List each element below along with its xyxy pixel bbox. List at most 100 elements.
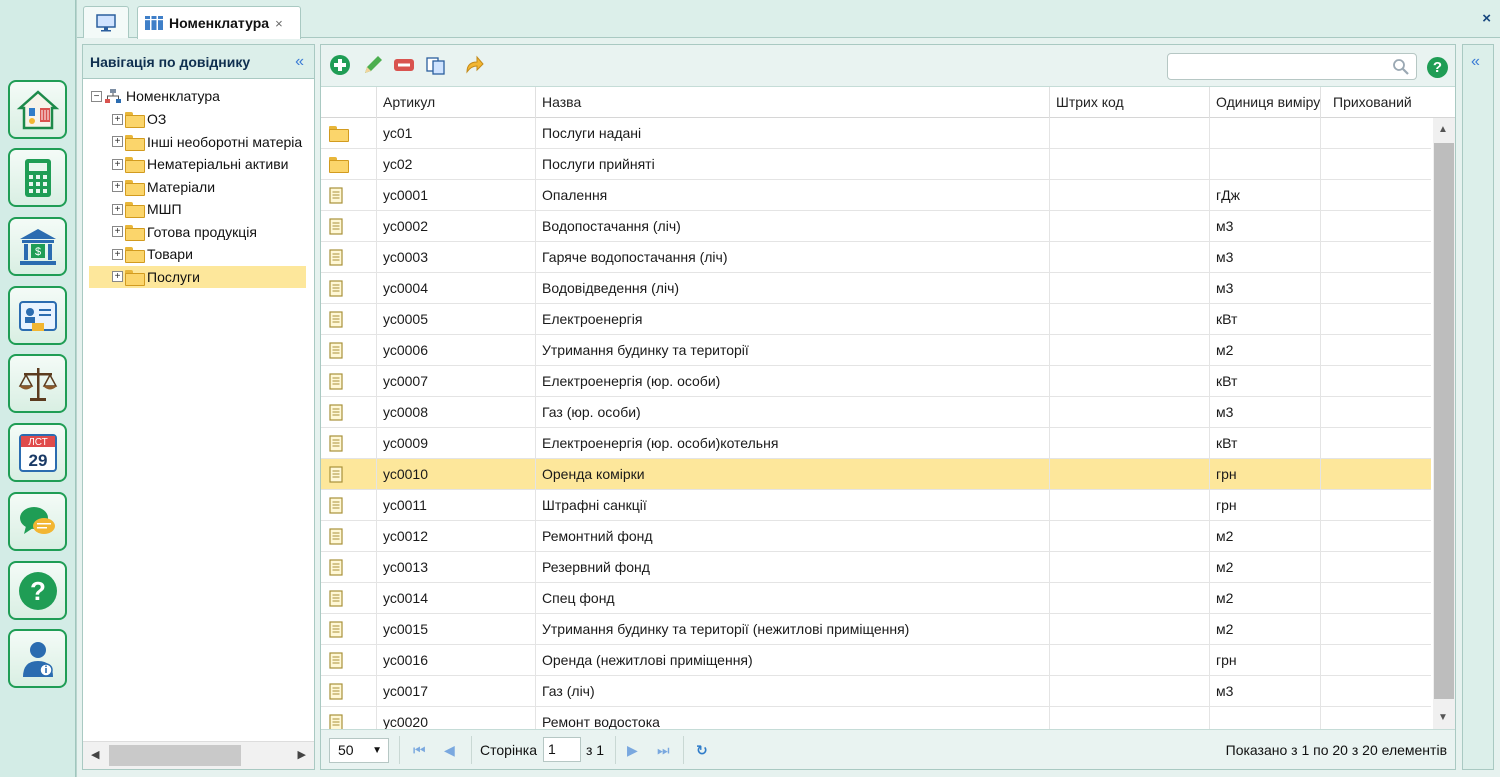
column-header-name[interactable]: Назва [535, 87, 1049, 118]
next-page-icon[interactable]: ▶ [627, 742, 638, 759]
table-row[interactable]: ус0011 Штрафні санкції грн [321, 490, 1431, 521]
column-header-unit[interactable]: Одиниця виміру [1209, 87, 1320, 118]
grid-vertical-scrollbar[interactable]: ▲ ▼ [1433, 118, 1455, 729]
tree-item[interactable]: + Матеріали [89, 176, 306, 198]
cell-hidden [1320, 552, 1431, 582]
tree-expand-icon[interactable]: + [112, 158, 123, 170]
table-row[interactable]: ус0010 Оренда комірки грн [321, 459, 1431, 490]
edit-button[interactable] [361, 53, 385, 77]
tree-item-label: Послуги [147, 268, 200, 285]
table-row[interactable]: ус0015 Утримання будинку та території (не… [321, 614, 1431, 645]
table-row[interactable]: ус0005 Електроенергія кВт [321, 304, 1431, 335]
scales-app-button[interactable] [8, 354, 67, 413]
table-row[interactable]: ус0009 Електроенергія (юр. особи)котельня… [321, 428, 1431, 459]
table-row[interactable]: ус0004 Водовідведення (ліч) м3 [321, 273, 1431, 304]
cell-name: Спец фонд [535, 583, 1049, 613]
help-app-button[interactable]: ? [8, 561, 67, 620]
tree-item[interactable]: + МШП [89, 198, 306, 220]
tree-item[interactable]: + Нематеріальні активи [89, 153, 306, 175]
cell-hidden [1320, 490, 1431, 520]
frame-close-icon[interactable]: × [1482, 10, 1491, 27]
search-input[interactable] [1167, 53, 1417, 80]
cell-hidden [1320, 676, 1431, 706]
cell-hidden [1320, 645, 1431, 675]
nav-horizontal-scrollbar[interactable]: ◀ ▶ [83, 741, 314, 769]
tree-expand-icon[interactable]: + [112, 271, 123, 282]
table-row[interactable]: ус02 Послуги прийняті [321, 149, 1431, 180]
right-panel-collapse-icon[interactable]: « [1471, 53, 1480, 71]
page-size-select[interactable]: 50 ▼ [329, 738, 389, 763]
scroll-thumb[interactable] [109, 745, 241, 766]
scroll-right-icon[interactable]: ▶ [298, 748, 306, 761]
table-row[interactable]: ус0003 Гаряче водопостачання (ліч) м3 [321, 242, 1431, 273]
move-button[interactable] [462, 53, 486, 77]
copy-button[interactable] [424, 53, 448, 77]
table-row[interactable]: ус0012 Ремонтний фонд м2 [321, 521, 1431, 552]
table-row[interactable]: ус0020 Ремонт водостока [321, 707, 1431, 729]
utilities-app-button[interactable] [8, 80, 67, 139]
table-row[interactable]: ус0013 Резервний фонд м2 [321, 552, 1431, 583]
calculator-app-button[interactable] [8, 148, 67, 207]
table-row[interactable]: ус0007 Електроенергія (юр. особи) кВт [321, 366, 1431, 397]
first-page-icon[interactable]: ⏮ [413, 742, 426, 759]
scroll-up-icon[interactable]: ▲ [1438, 124, 1448, 135]
tree-expand-icon[interactable]: + [112, 203, 123, 215]
column-header-hidden[interactable]: Прихований [1320, 87, 1433, 118]
tree-item[interactable]: + Готова продукція [89, 221, 306, 243]
cell-code: ус0006 [376, 335, 535, 365]
separator [683, 736, 684, 764]
bank-app-button[interactable]: $ [8, 217, 67, 276]
cell-code: ус0001 [376, 180, 535, 210]
help-button[interactable]: ? [1427, 57, 1448, 78]
column-header-barcode[interactable]: Штрих код [1049, 87, 1209, 118]
prev-page-icon[interactable]: ◀ [444, 742, 455, 759]
cell-code: ус0016 [376, 645, 535, 675]
delete-button[interactable] [392, 53, 416, 77]
tree-expand-icon[interactable]: + [112, 113, 123, 125]
cell-barcode [1049, 707, 1209, 729]
tab-desktop[interactable] [83, 6, 129, 38]
nav-title: Навігація по довіднику [90, 53, 251, 70]
nav-collapse-icon[interactable]: « [295, 53, 304, 71]
page-number-input[interactable]: 1 [543, 737, 581, 762]
tree-item[interactable]: + Інші необоротні матеріа [89, 131, 306, 153]
table-row[interactable]: ус0008 Газ (юр. особи) м3 [321, 397, 1431, 428]
tab-close-icon[interactable]: × [275, 16, 283, 31]
table-row[interactable]: ус01 Послуги надані [321, 118, 1431, 149]
cell-type [321, 521, 376, 551]
tab-nomenclature[interactable]: Номенклатура × [137, 6, 301, 39]
tree-expand-icon[interactable]: + [112, 181, 123, 192]
table-row[interactable]: ус0016 Оренда (нежитлові приміщення) грн [321, 645, 1431, 676]
calendar-app-button[interactable]: ЛСТ 29 [8, 423, 67, 482]
column-header-type [321, 87, 376, 118]
last-page-icon[interactable]: ⏭ [657, 742, 670, 759]
tree-root[interactable]: − Номенклатура [91, 85, 311, 107]
table-row[interactable]: ус0006 Утримання будинку та території м2 [321, 335, 1431, 366]
tree-expand-icon[interactable]: + [112, 248, 123, 260]
add-button[interactable] [328, 53, 352, 77]
scroll-down-icon[interactable]: ▼ [1438, 712, 1448, 723]
scroll-left-icon[interactable]: ◀ [91, 748, 99, 761]
user-info-app-button[interactable] [8, 629, 67, 688]
separator [615, 736, 616, 764]
personnel-app-button[interactable] [8, 286, 67, 345]
cell-type [321, 149, 376, 179]
cell-unit [1209, 118, 1320, 148]
scroll-thumb[interactable] [1434, 143, 1454, 699]
table-row[interactable]: ус0002 Водопостачання (ліч) м3 [321, 211, 1431, 242]
cell-barcode [1049, 335, 1209, 365]
chat-app-button[interactable] [8, 492, 67, 551]
minus-icon [394, 59, 414, 71]
tree-item[interactable]: + Послуги [89, 265, 306, 288]
table-row[interactable]: ус0014 Спец фонд м2 [321, 583, 1431, 614]
tree-collapse-icon[interactable]: − [91, 90, 102, 102]
search-icon[interactable] [1392, 58, 1410, 76]
table-row[interactable]: ус0001 Опалення гДж [321, 180, 1431, 211]
tree-expand-icon[interactable]: + [112, 136, 123, 147]
tree-item[interactable]: + ОЗ [89, 108, 306, 130]
tree-item[interactable]: + Товари [89, 243, 306, 265]
tree-expand-icon[interactable]: + [112, 226, 123, 237]
refresh-icon[interactable]: ↻ [696, 742, 708, 759]
table-row[interactable]: ус0017 Газ (ліч) м3 [321, 676, 1431, 707]
column-header-code[interactable]: Артикул [376, 87, 535, 118]
